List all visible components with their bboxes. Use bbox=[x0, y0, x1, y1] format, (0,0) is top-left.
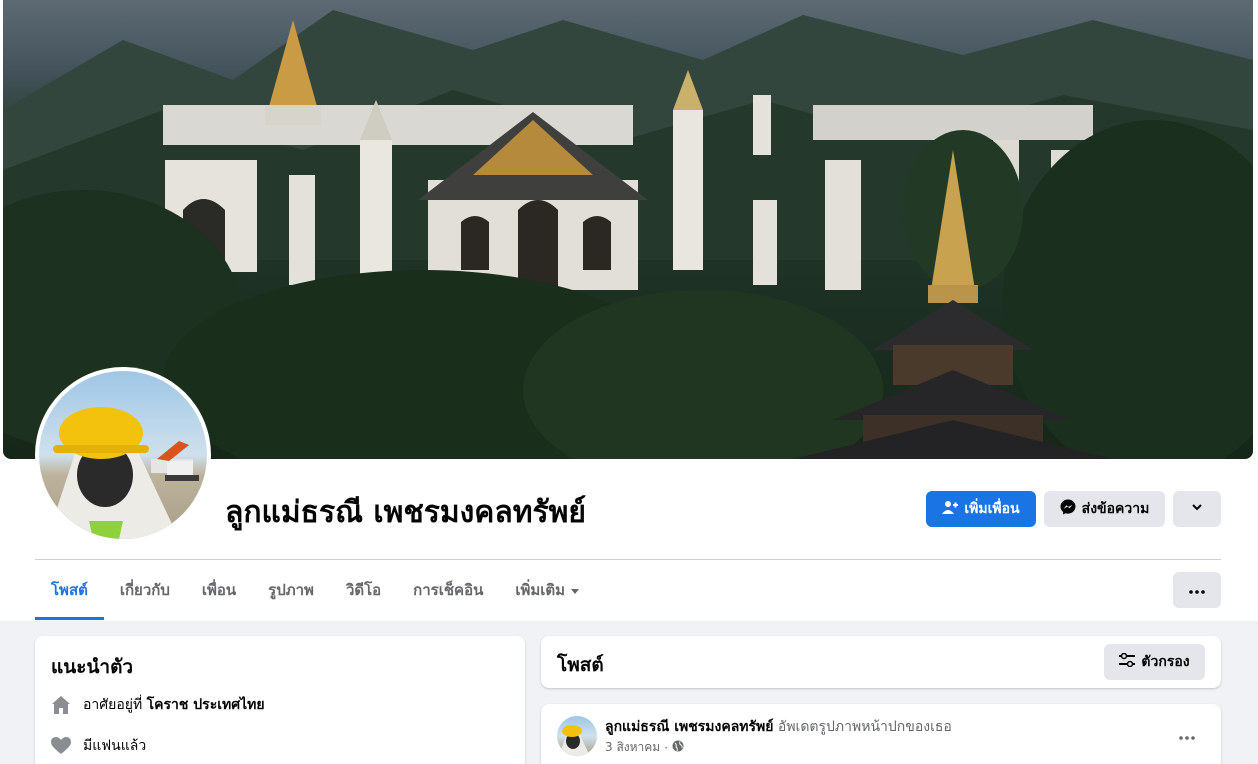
message-label: ส่งข้อความ bbox=[1081, 501, 1150, 517]
caret-down-icon bbox=[571, 588, 580, 594]
profile-options-button[interactable] bbox=[1173, 491, 1221, 527]
tab-label: เกี่ยวกับ bbox=[119, 581, 170, 599]
post-author-avatar[interactable] bbox=[557, 716, 597, 756]
tab-label: การเช็คอิน bbox=[413, 581, 484, 599]
tab-label: โพสต์ bbox=[51, 581, 88, 599]
tab-more[interactable]: เพิ่มเติม bbox=[499, 560, 595, 620]
add-friend-label: เพิ่มเพื่อน bbox=[964, 501, 1020, 517]
post-action: อัพเดตรูปภาพหน้าปกของเธอ bbox=[777, 719, 952, 735]
tab-label: เพิ่มเติม bbox=[515, 581, 566, 599]
profile-name: ลูกแม่ธรณี เพชรมงคลทรัพย์ bbox=[225, 495, 586, 530]
tab-photos[interactable]: รูปภาพ bbox=[252, 560, 330, 620]
profile-avatar[interactable] bbox=[35, 367, 211, 543]
profile-header: ลูกแม่ธรณี เพชรมงคลทรัพย์ เพิ่มเพื่อน ส่… bbox=[0, 0, 1258, 621]
add-friend-button[interactable]: เพิ่มเพื่อน bbox=[926, 491, 1036, 527]
home-icon bbox=[51, 695, 71, 715]
intro-card: แนะนำตัว อาศัยอยู่ที่ โคราช ประเทศไทย มี… bbox=[35, 636, 525, 764]
intro-title: แนะนำตัว bbox=[51, 656, 134, 678]
heart-icon bbox=[51, 736, 71, 756]
tab-label: รูปภาพ bbox=[268, 581, 314, 599]
meta-separator: · bbox=[664, 740, 669, 755]
tab-posts[interactable]: โพสต์ bbox=[35, 560, 104, 620]
tabs-more-button[interactable] bbox=[1173, 572, 1221, 608]
lives-in-place[interactable]: โคราช ประเทศไทย bbox=[147, 697, 265, 713]
post-meta: 3 สิงหาคม · bbox=[605, 738, 684, 757]
tab-about[interactable]: เกี่ยวกับ bbox=[104, 560, 186, 620]
lives-in-row: อาศัยอยู่ที่ โคราช ประเทศไทย bbox=[51, 694, 265, 716]
lives-in-text: อาศัยอยู่ที่ โคราช ประเทศไทย bbox=[83, 694, 265, 716]
cover-photo-art bbox=[3, 10, 1253, 459]
more-dots-icon bbox=[1179, 725, 1195, 744]
tab-label: วิดีโอ bbox=[345, 581, 382, 599]
message-button[interactable]: ส่งข้อความ bbox=[1044, 491, 1165, 527]
profile-tabs: โพสต์ เกี่ยวกับ เพื่อน รูปภาพ วิดีโอ การ… bbox=[35, 560, 595, 620]
more-dots-icon bbox=[1189, 582, 1205, 598]
lives-in-prefix: อาศัยอยู่ที่ bbox=[83, 697, 143, 713]
chevron-down-icon bbox=[1191, 501, 1203, 517]
relationship-text: มีแฟนแล้ว bbox=[83, 738, 147, 754]
posts-header-card: โพสต์ ตัวกรอง bbox=[541, 636, 1221, 688]
avatar-photo bbox=[39, 371, 207, 539]
person-plus-icon bbox=[942, 499, 959, 519]
tab-label: เพื่อน bbox=[201, 581, 237, 599]
posts-title: โพสต์ bbox=[557, 654, 604, 676]
post-options-button[interactable] bbox=[1167, 718, 1207, 750]
post-date[interactable]: 3 สิงหาคม bbox=[605, 738, 660, 757]
filter-icon bbox=[1119, 652, 1136, 671]
relationship-row: มีแฟนแล้ว bbox=[51, 735, 146, 757]
tab-friends[interactable]: เพื่อน bbox=[186, 560, 252, 620]
cover-photo[interactable] bbox=[3, 0, 1253, 459]
post-header: ลูกแม่ธรณี เพชรมงคลทรัพย์ อัพเดตรูปภาพหน… bbox=[605, 716, 952, 738]
tab-checkins[interactable]: การเช็คอิน bbox=[397, 560, 499, 620]
filter-label: ตัวกรอง bbox=[1141, 654, 1190, 670]
filter-button[interactable]: ตัวกรอง bbox=[1104, 644, 1205, 680]
post-author-name[interactable]: ลูกแม่ธรณี เพชรมงคลทรัพย์ bbox=[605, 719, 773, 735]
messenger-icon bbox=[1060, 499, 1076, 519]
post-card: ลูกแม่ธรณี เพชรมงคลทรัพย์ อัพเดตรูปภาพหน… bbox=[541, 704, 1221, 764]
tab-videos[interactable]: วิดีโอ bbox=[330, 560, 397, 620]
globe-icon bbox=[672, 740, 684, 755]
